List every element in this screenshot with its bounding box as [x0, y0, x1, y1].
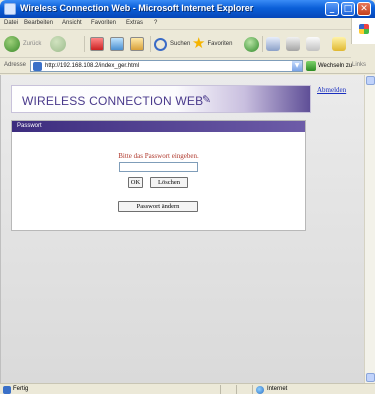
- menu-item-view[interactable]: Ansicht: [62, 20, 82, 26]
- window-title: Wireless Connection Web - Microsoft Inte…: [20, 3, 254, 13]
- menu-item-tools[interactable]: Extras: [126, 20, 143, 26]
- page-icon: [33, 62, 42, 71]
- menu-item-help[interactable]: ?: [154, 20, 157, 26]
- forward-button[interactable]: [50, 35, 69, 53]
- browser-window: Wireless Connection Web - Microsoft Inte…: [0, 0, 375, 394]
- page-status-icon: [3, 386, 11, 394]
- go-button[interactable]: Wechseln zu: [306, 61, 352, 71]
- menu-bar: Datei Bearbeiten Ansicht Favoriten Extra…: [0, 18, 375, 30]
- minimize-button[interactable]: _: [325, 2, 339, 16]
- logout-link[interactable]: Abmelden: [317, 86, 346, 94]
- menu-item-file[interactable]: Datei: [4, 20, 18, 26]
- close-button[interactable]: ✕: [357, 2, 371, 16]
- status-divider: [236, 385, 237, 394]
- stop-button[interactable]: [90, 35, 107, 53]
- edit-icon: [306, 37, 320, 51]
- menu-item-edit[interactable]: Bearbeiten: [24, 20, 53, 26]
- maximize-button[interactable]: □: [341, 2, 355, 16]
- folder-button[interactable]: [332, 35, 348, 53]
- home-icon: [130, 37, 144, 51]
- wrench-icon: ✎: [202, 93, 212, 106]
- delete-button[interactable]: Löschen: [150, 177, 188, 188]
- back-arrow-icon: [4, 36, 20, 52]
- go-label: Wechseln zu: [318, 63, 353, 69]
- scroll-down-icon[interactable]: [366, 373, 375, 382]
- security-zone-text: Internet: [267, 386, 288, 392]
- change-password-button[interactable]: Passwort ändern: [118, 201, 198, 212]
- panel-title: Passwort: [12, 121, 305, 132]
- url-text: http://192.168.108.2/index_ger.html: [45, 63, 140, 69]
- url-input[interactable]: http://192.168.108.2/index_ger.html ▼: [30, 60, 303, 72]
- header-banner: WIRELESS CONNECTION WEB ✎: [11, 85, 311, 113]
- forward-arrow-icon: [50, 36, 66, 52]
- favorites-label: Favoriten: [207, 41, 233, 47]
- chevron-down-icon[interactable]: ▼: [292, 61, 302, 71]
- status-divider: [220, 385, 221, 394]
- history-button[interactable]: [244, 35, 262, 53]
- back-label: Zurück: [23, 41, 42, 47]
- search-icon: [154, 37, 167, 51]
- stop-icon: [90, 37, 104, 51]
- banner-title: WIRELESS CONNECTION WEB: [22, 94, 204, 108]
- refresh-icon: [110, 37, 124, 51]
- ie-app-icon[interactable]: [4, 3, 16, 15]
- favorites-star-icon: ★: [192, 35, 206, 52]
- menu-item-favorites[interactable]: Favoriten: [91, 20, 116, 26]
- scroll-up-icon[interactable]: [366, 76, 375, 85]
- search-button[interactable]: Suchen: [154, 35, 190, 53]
- links-button[interactable]: Links: [352, 62, 366, 68]
- back-button[interactable]: Zurück: [4, 35, 41, 53]
- toolbar-divider: [150, 36, 151, 52]
- go-arrow-icon: [306, 61, 316, 71]
- password-panel: Passwort Bitte das Passwort eingeben. OK…: [11, 120, 306, 231]
- folder-icon: [332, 37, 346, 51]
- password-prompt: Bitte das Passwort eingeben.: [118, 152, 199, 160]
- home-button[interactable]: [130, 35, 147, 53]
- print-button[interactable]: [286, 35, 302, 53]
- toolbar-divider: [262, 36, 263, 52]
- mail-icon: [266, 37, 280, 51]
- edit-button[interactable]: [306, 35, 322, 53]
- history-icon: [244, 36, 259, 52]
- password-input[interactable]: [119, 162, 198, 172]
- title-bar[interactable]: Wireless Connection Web - Microsoft Inte…: [0, 0, 375, 18]
- toolbar: Zurück Suchen ★ Favoriten: [0, 31, 351, 58]
- favorites-button[interactable]: ★ Favoriten: [192, 35, 232, 53]
- status-divider: [252, 385, 253, 394]
- address-label: Adresse: [4, 62, 27, 68]
- vertical-scrollbar[interactable]: [364, 75, 375, 383]
- status-text: Fertig: [13, 386, 29, 392]
- refresh-button[interactable]: [110, 35, 127, 53]
- address-bar: Adresse http://192.168.108.2/index_ger.h…: [0, 58, 375, 74]
- mail-button[interactable]: [266, 35, 282, 53]
- print-icon: [286, 37, 300, 51]
- internet-globe-icon: [256, 386, 264, 394]
- toolbar-divider: [84, 36, 85, 52]
- search-label: Suchen: [170, 41, 191, 47]
- status-bar: Fertig Internet: [0, 383, 375, 394]
- ok-button[interactable]: OK: [128, 177, 143, 188]
- windows-logo-icon: [351, 18, 375, 44]
